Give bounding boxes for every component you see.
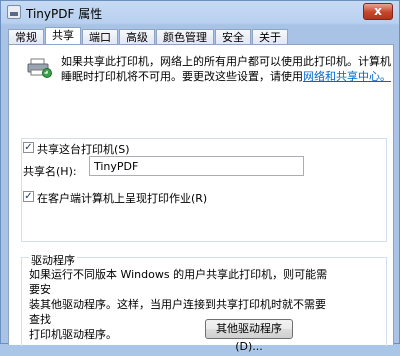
share-printer-checkbox[interactable]: ✓ [23, 142, 34, 153]
network-sharing-center-link[interactable]: 网络和共享中心。 [303, 70, 391, 83]
share-name-label: 共享名(H): [23, 165, 77, 178]
title-bar[interactable]: TinyPDF 属性 x [1, 1, 399, 23]
shared-printer-icon [27, 58, 52, 78]
printer-app-icon [7, 5, 21, 19]
window-title: TinyPDF 属性 [26, 7, 103, 21]
drivers-group-title: 驱动程序 [29, 252, 77, 268]
sharing-info-text: 如果共享此打印机，网络上的所有用户都可以使用此打印机。计算机 睡眠时打印机将不可… [61, 54, 391, 84]
properties-window: TinyPDF 属性 x 常规 共享 端口 高级 颜色管理 安全 关于 如果共享此打印机，网… [0, 0, 400, 353]
share-printer-label[interactable]: 共享这台打印机(S) [37, 141, 130, 157]
close-button[interactable]: x [363, 3, 393, 20]
info-line-1: 如果共享此打印机，网络上的所有用户都可以使用此打印机。计算机 [61, 55, 391, 68]
info-line-2: 睡眠时打印机将不可用。要更改这些设置，请使用 [61, 70, 303, 83]
render-jobs-checkbox[interactable]: ✓ [23, 191, 34, 202]
share-name-input[interactable] [89, 156, 304, 176]
tab-strip: 常规 共享 端口 高级 颜色管理 安全 关于 [8, 26, 289, 47]
sharing-panel: 如果共享此打印机，网络上的所有用户都可以使用此打印机。计算机 睡眠时打印机将不可… [8, 44, 394, 353]
additional-drivers-button[interactable]: 其他驱动程序(D)... [205, 319, 293, 353]
drivers-text-line-1: 如果运行不同版本 Windows 的用户共享此打印机，则可能需要安 [29, 268, 328, 296]
drivers-text-line-3: 打印机驱动程序。 [29, 328, 117, 341]
render-jobs-label[interactable]: 在客户端计算机上呈现打印作业(R) [37, 190, 207, 206]
